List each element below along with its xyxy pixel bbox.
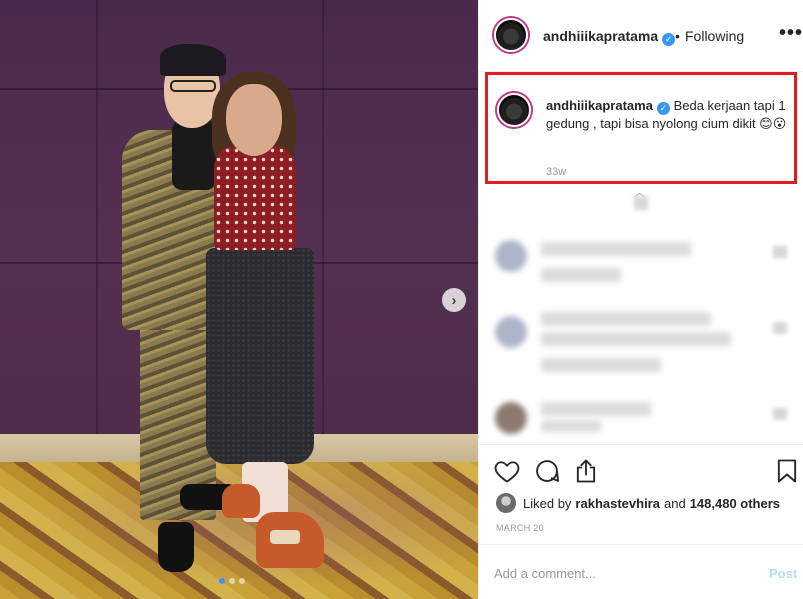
likes-summary: Liked by rakhastevhira and 148,480 other… bbox=[496, 493, 784, 513]
share-icon[interactable] bbox=[572, 457, 600, 485]
heart-icon[interactable] bbox=[773, 246, 787, 258]
woman-figure bbox=[222, 484, 260, 518]
likes-prefix: Liked by bbox=[523, 495, 572, 511]
verified-icon: ✓ bbox=[662, 33, 676, 46]
post-actions: Liked by rakhastevhira and 148,480 other… bbox=[479, 444, 803, 544]
wall-panel-seam bbox=[96, 0, 98, 440]
chevron-right-icon: › bbox=[451, 291, 457, 309]
blurred-content bbox=[541, 312, 711, 326]
blurred-content bbox=[541, 332, 731, 346]
verified-icon: ✓ bbox=[656, 102, 670, 115]
separator-dot: • bbox=[675, 28, 680, 44]
caption-highlight-box: andhiiikapratama ✓ Beda kerjaan tapi 1 ge… bbox=[485, 72, 797, 184]
avatar bbox=[495, 402, 527, 434]
man-figure bbox=[158, 522, 194, 572]
avatar bbox=[495, 316, 527, 348]
heart-icon[interactable] bbox=[773, 408, 787, 420]
following-button[interactable]: Following bbox=[685, 28, 744, 44]
bookmark-icon[interactable] bbox=[773, 457, 801, 485]
liked-by-username-link[interactable]: rakhastevhira bbox=[575, 496, 660, 511]
post-side-panel: andhiiikapratama ✓ • Following ••• andhii… bbox=[478, 0, 803, 599]
list-item bbox=[493, 232, 793, 302]
caption-author-avatar[interactable] bbox=[497, 93, 531, 127]
more-options-icon[interactable]: ••• bbox=[779, 22, 803, 45]
blurred-content bbox=[541, 268, 621, 282]
blurred-content bbox=[541, 420, 601, 432]
likes-conjunction: and bbox=[663, 495, 686, 511]
post-header: andhiiikapratama ✓ • Following ••• bbox=[479, 0, 803, 72]
carousel-dot bbox=[219, 578, 225, 584]
blurred-content bbox=[541, 358, 661, 372]
post-photo[interactable]: › bbox=[0, 0, 478, 599]
author-username-link[interactable]: andhiiikapratama ✓ bbox=[543, 28, 676, 46]
heart-icon[interactable] bbox=[493, 457, 521, 485]
carousel-dots bbox=[219, 578, 245, 584]
woman-figure bbox=[226, 84, 282, 156]
man-figure bbox=[160, 44, 226, 76]
avatar[interactable] bbox=[496, 493, 516, 513]
woman-figure bbox=[214, 146, 296, 250]
comment-input[interactable] bbox=[494, 563, 734, 583]
woman-figure bbox=[256, 512, 324, 568]
wall-panel-seam bbox=[322, 0, 324, 440]
man-figure bbox=[170, 80, 216, 92]
comment-composer: Post bbox=[479, 544, 803, 599]
caption-username-link[interactable]: andhiiikapratama bbox=[546, 98, 653, 113]
blurred-content bbox=[634, 196, 648, 210]
carousel-dot bbox=[229, 578, 235, 584]
comment-icon[interactable] bbox=[533, 457, 561, 485]
man-figure bbox=[172, 120, 216, 190]
blurred-content bbox=[541, 242, 691, 256]
author-avatar[interactable] bbox=[494, 18, 528, 52]
carousel-dot bbox=[239, 578, 245, 584]
caption-timestamp[interactable]: 33w bbox=[546, 166, 566, 178]
list-item bbox=[493, 308, 793, 378]
avatar bbox=[495, 240, 527, 272]
post-comment-button[interactable]: Post bbox=[769, 566, 797, 581]
load-more-comments-button[interactable]: ︿ bbox=[629, 186, 653, 210]
carousel-next-button[interactable]: › bbox=[442, 288, 466, 312]
blurred-content bbox=[541, 402, 651, 416]
likes-count-link[interactable]: 148,480 others bbox=[690, 496, 780, 511]
post-date[interactable]: MARCH 20 bbox=[496, 523, 544, 533]
woman-figure bbox=[206, 248, 314, 464]
caption-text: andhiiikapratama ✓ Beda kerjaan tapi 1 ge… bbox=[546, 97, 791, 133]
heart-icon[interactable] bbox=[773, 322, 787, 334]
